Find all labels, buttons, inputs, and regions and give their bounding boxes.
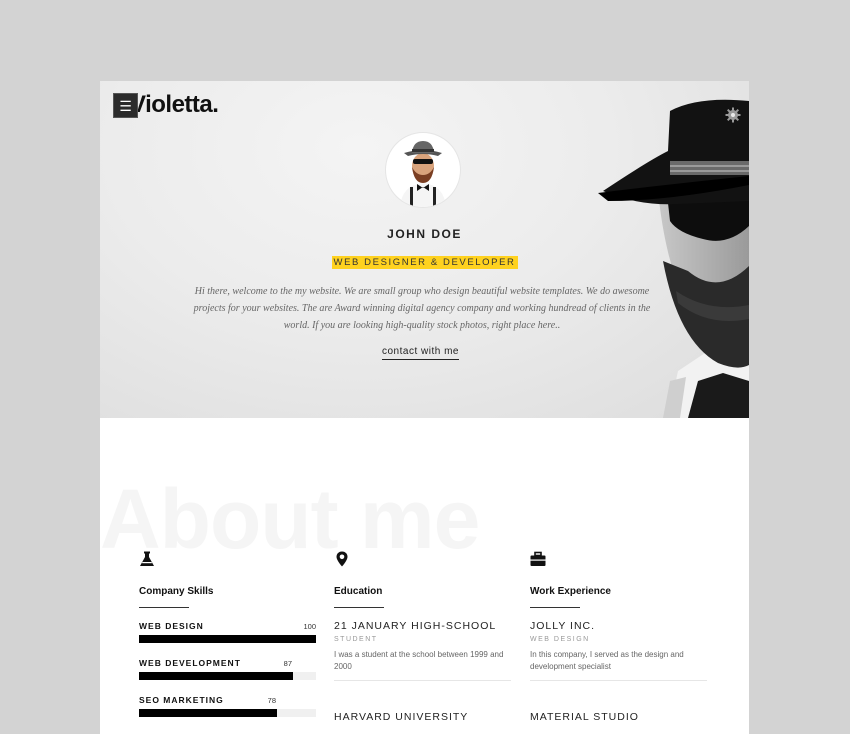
work-item-subtitle: WEB DESIGN xyxy=(530,636,590,643)
skill-bar-track xyxy=(139,709,316,717)
divider xyxy=(334,680,511,681)
hero-intro: Hi there, welcome to the my website. We … xyxy=(193,286,651,331)
skill-value: 78 xyxy=(267,696,276,705)
education-list: 21 JANUARY HIGH-SCHOOL STUDENT I was a s… xyxy=(334,620,511,723)
skill-item: WEB DESIGN 100 xyxy=(139,621,316,658)
education-column: Education 21 JANUARY HIGH-SCHOOL STUDENT… xyxy=(334,551,511,734)
skill-bar-track xyxy=(139,635,316,643)
skills-column: Company Skills WEB DESIGN 100 WEB DEVELO… xyxy=(139,551,316,732)
work-title: Work Experience xyxy=(530,586,611,597)
hamburger-icon: ☰ xyxy=(119,98,132,114)
hero-role-wrap: WEB DESIGNER & DEVELOPER xyxy=(100,252,749,270)
hero-role: WEB DESIGNER & DEVELOPER xyxy=(331,256,518,269)
skill-bar-fill xyxy=(139,635,316,643)
avatar xyxy=(386,133,460,207)
hero-name: JOHN DOE xyxy=(387,227,462,241)
education-item-title: HARVARD UNIVERSITY xyxy=(334,711,469,723)
work-item: JOLLY INC. WEB DESIGN In this company, I… xyxy=(530,620,707,681)
page-frame: Violetta. ☰ JOHN DOE WEB DESIGNER & DEVE… xyxy=(100,81,749,734)
menu-button[interactable]: ☰ xyxy=(113,93,138,118)
divider xyxy=(139,607,189,608)
skill-bar-fill xyxy=(139,709,278,717)
skill-value: 100 xyxy=(303,622,316,631)
site-logo[interactable]: Violetta. xyxy=(130,91,219,119)
work-item-title: JOLLY INC. xyxy=(530,620,596,632)
contact-link[interactable]: contact with me xyxy=(382,346,459,360)
skills-list: WEB DESIGN 100 WEB DEVELOPMENT 87 SEO MA… xyxy=(139,621,316,732)
map-pin-icon xyxy=(336,551,348,567)
hero-section: Violetta. ☰ JOHN DOE WEB DESIGNER & DEVE… xyxy=(100,81,749,418)
skill-bar-track xyxy=(139,672,316,680)
divider xyxy=(334,607,384,608)
skill-item: SEO MARKETING 78 xyxy=(139,695,316,732)
education-item: HARVARD UNIVERSITY xyxy=(334,711,511,723)
flask-icon xyxy=(140,551,154,566)
education-item-title: 21 JANUARY HIGH-SCHOOL xyxy=(334,620,497,632)
education-item-subtitle: STUDENT xyxy=(334,636,378,643)
work-item-desc: In this company, I served as the design … xyxy=(530,650,684,671)
work-column: Work Experience JOLLY INC. WEB DESIGN In… xyxy=(530,551,707,734)
work-list: JOLLY INC. WEB DESIGN In this company, I… xyxy=(530,620,707,723)
skill-label: WEB DEVELOPMENT xyxy=(139,658,241,668)
skill-value: 87 xyxy=(283,659,292,668)
skill-bar-fill xyxy=(139,672,293,680)
briefcase-icon xyxy=(530,551,546,566)
skill-label: WEB DESIGN xyxy=(139,621,204,631)
divider xyxy=(530,607,580,608)
work-item: MATERIAL STUDIO xyxy=(530,711,707,723)
divider xyxy=(530,680,707,681)
skill-item: WEB DEVELOPMENT 87 xyxy=(139,658,316,695)
education-item-desc: I was a student at the school between 19… xyxy=(334,650,504,671)
hero-portrait-image xyxy=(598,99,749,418)
education-item: 21 JANUARY HIGH-SCHOOL STUDENT I was a s… xyxy=(334,620,511,681)
work-item-title: MATERIAL STUDIO xyxy=(530,711,639,723)
skill-label: SEO MARKETING xyxy=(139,695,224,705)
skills-title: Company Skills xyxy=(139,586,214,597)
gear-icon[interactable] xyxy=(725,107,741,123)
education-title: Education xyxy=(334,586,383,597)
